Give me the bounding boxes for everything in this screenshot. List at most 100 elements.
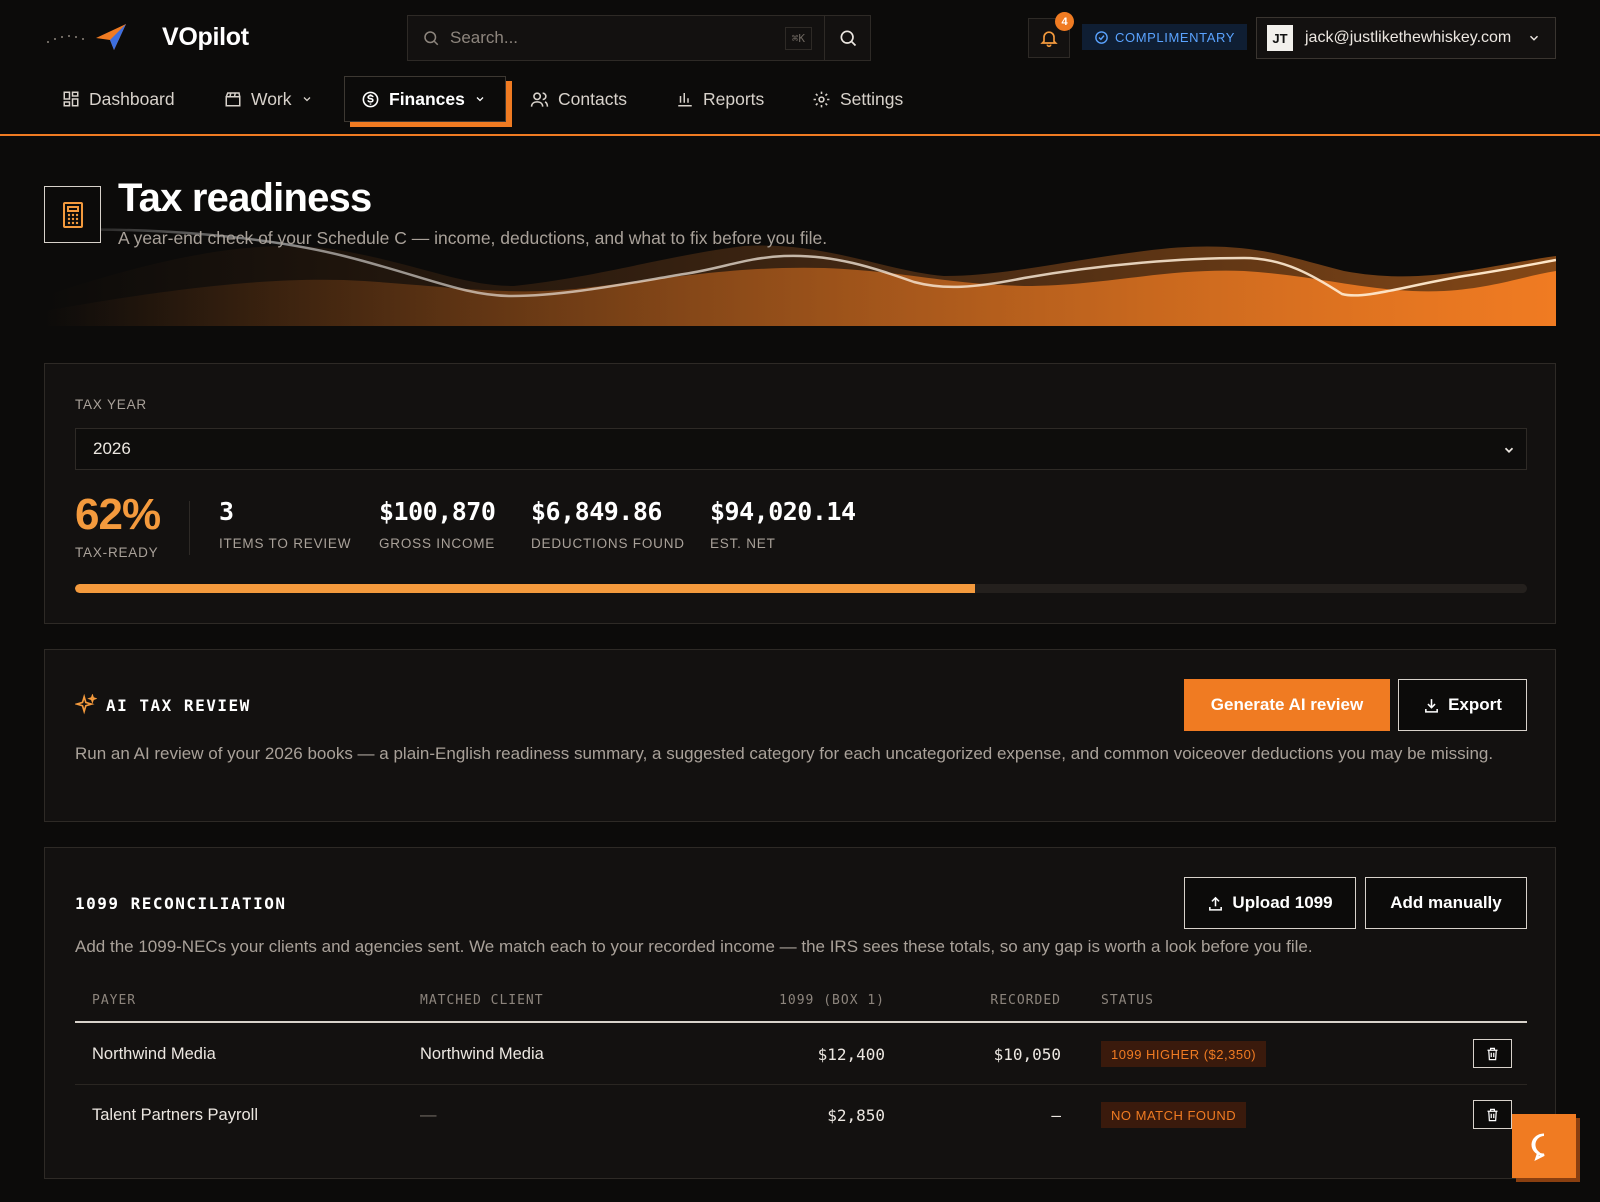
stat-label: EST. NET [710, 536, 776, 551]
main-nav: Dashboard Work Finances Contacts Reports… [0, 76, 1600, 136]
client-cell: Northwind Media [420, 1045, 544, 1063]
bell-icon [1040, 31, 1058, 48]
nav-contacts[interactable]: Contacts [530, 76, 627, 122]
chevron-down-icon [303, 97, 310, 102]
reconciliation-title: 1099 RECONCILIATION [75, 894, 287, 913]
stat-value: 3 [219, 497, 234, 526]
nav-contacts-label: Contacts [558, 88, 628, 109]
reconciliation-description: Add the 1099-NECs your clients and agenc… [75, 937, 1313, 956]
chat-bubble-icon [1531, 1133, 1545, 1161]
tax-ready-label: TAX-READY [75, 545, 159, 560]
logo[interactable]: VOpilot [46, 18, 249, 56]
account-menu[interactable]: JT jack@justlikethewhiskey.com [1256, 17, 1556, 59]
nav-settings-label: Settings [840, 88, 904, 109]
nav-settings[interactable]: Settings [812, 76, 903, 122]
ai-review-title: AI TAX REVIEW [106, 695, 251, 715]
stat-label: ITEMS TO REVIEW [219, 536, 352, 551]
stat-deductions-found: $6,849.86 DEDUCTIONS FOUND [531, 497, 685, 551]
search-button[interactable] [824, 15, 871, 61]
tax-year-label: TAX YEAR [75, 397, 147, 412]
stat-gross-income: $100,870 GROSS INCOME [379, 497, 496, 551]
bar-chart-icon [678, 93, 692, 107]
sparkles-icon [75, 694, 97, 715]
stat-label: DEDUCTIONS FOUND [531, 536, 685, 551]
table-row: Talent Partners Payroll — $2,850 — NO MA… [75, 1086, 1527, 1146]
page-subtitle: A year-end check of your Schedule C — in… [118, 228, 828, 248]
box1-cell: $12,400 [817, 1045, 885, 1064]
delete-row-button[interactable] [1473, 1100, 1512, 1129]
tax-year-value: 2026 [93, 439, 131, 458]
stat-value: $100,870 [379, 497, 496, 526]
client-cell: — [420, 1106, 437, 1124]
app-name: VOpilot [162, 22, 249, 51]
plan-badge: COMPLIMENTARY [1082, 24, 1248, 50]
upload-1099-label: Upload 1099 [1232, 893, 1333, 912]
chat-button[interactable] [1512, 1114, 1576, 1178]
calculator-icon [62, 201, 83, 228]
clapperboard-icon [225, 92, 241, 107]
chevron-down-icon [1504, 447, 1514, 453]
col-recorded: RECORDED [990, 993, 1061, 1008]
nav-work[interactable]: Work [224, 76, 313, 122]
status-badge: 1099 HIGHER ($2,350) [1101, 1041, 1267, 1067]
calculator-icon-box [44, 186, 101, 243]
page-header: Tax readiness A year-end check of your S… [44, 176, 1556, 326]
notifications-count-badge: 4 [1055, 12, 1074, 31]
trash-icon [1487, 1108, 1498, 1121]
stat-value: $94,020.14 [710, 497, 856, 526]
check-circle-icon [1095, 30, 1108, 44]
trash-icon [1487, 1047, 1498, 1060]
tax-ready-progress-bar [75, 584, 1527, 593]
users-icon [530, 91, 549, 107]
search-input[interactable] [450, 28, 785, 48]
dashboard-icon [63, 91, 79, 107]
dollar-circle-icon [362, 91, 379, 107]
stat-est-net: $94,020.14 EST. NET [710, 497, 856, 551]
col-status: STATUS [1101, 993, 1154, 1008]
progress-fill [75, 584, 976, 593]
stat-items-to-review: 3 ITEMS TO REVIEW [219, 497, 351, 551]
col-1099-box1: 1099 (BOX 1) [779, 993, 885, 1008]
nav-reports[interactable]: Reports [676, 76, 764, 122]
ai-tax-review-card: AI TAX REVIEW Generate AI review Export … [44, 649, 1556, 822]
reconciliation-table-header: PAYER MATCHED CLIENT 1099 (BOX 1) RECORD… [75, 993, 1527, 1023]
account-email: jack@justlikethewhiskey.com [1305, 29, 1512, 46]
export-label: Export [1448, 695, 1502, 714]
recorded-cell: $10,050 [993, 1045, 1061, 1064]
delete-row-button[interactable] [1473, 1039, 1512, 1068]
table-row: Northwind Media Northwind Media $12,400 … [75, 1025, 1527, 1085]
col-matched-client: MATCHED CLIENT [420, 993, 544, 1008]
ai-review-description: Run an AI review of your 2026 books — a … [75, 744, 1494, 763]
stat-value: $6,849.86 [531, 497, 662, 526]
reconciliation-card: 1099 RECONCILIATION Upload 1099 Add manu… [44, 847, 1556, 1179]
nav-work-label: Work [251, 88, 292, 109]
ai-review-header: AI TAX REVIEW [75, 694, 251, 716]
search-icon [424, 31, 439, 46]
box1-cell: $2,850 [827, 1106, 885, 1125]
chevron-down-icon [476, 97, 484, 102]
plan-badge-label: COMPLIMENTARY [1115, 29, 1236, 45]
nav-finances[interactable]: Finances [344, 76, 506, 122]
top-bar: VOpilot ⌘K 4 COMPLIMENTARY JT jack@justl… [0, 0, 1600, 76]
search-icon [840, 30, 856, 47]
generate-ai-review-button[interactable]: Generate AI review [1184, 679, 1390, 731]
payer-cell: Talent Partners Payroll [92, 1106, 258, 1124]
stat-label: GROSS INCOME [379, 536, 496, 551]
nav-dashboard-label: Dashboard [89, 88, 175, 109]
add-manually-button[interactable]: Add manually [1365, 877, 1527, 929]
recorded-cell: — [1051, 1106, 1061, 1125]
logo-mark-icon [47, 24, 126, 50]
search-bar[interactable]: ⌘K [407, 15, 825, 61]
tax-year-select[interactable]: 2026 [75, 428, 1527, 470]
export-button[interactable]: Export [1398, 679, 1527, 731]
page-title: Tax readiness [118, 176, 372, 220]
chevron-down-icon [1529, 35, 1539, 41]
payer-cell: Northwind Media [92, 1045, 216, 1063]
status-badge: NO MATCH FOUND [1101, 1102, 1247, 1128]
nav-dashboard[interactable]: Dashboard [62, 76, 175, 122]
tax-summary-card: TAX YEAR 2026 62% TAX-READY 3 ITEMS TO R… [44, 363, 1556, 624]
upload-1099-button[interactable]: Upload 1099 [1184, 877, 1356, 929]
download-icon [1425, 698, 1439, 713]
nav-finances-label: Finances [389, 88, 465, 109]
search-shortcut: ⌘K [784, 26, 812, 50]
